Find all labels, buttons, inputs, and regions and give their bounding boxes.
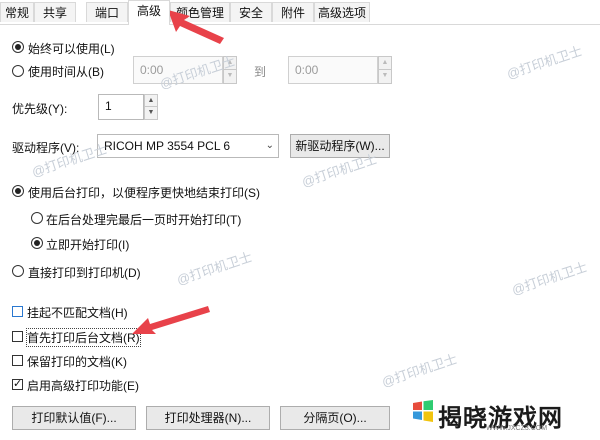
start-immediately-label: 立即开始打印(I) [46,238,130,252]
available-from-label: 使用时间从(B) [28,65,104,79]
watermark: @打印机卫士 [174,249,254,288]
tab-general[interactable]: 常规 [0,2,34,22]
annotation-arrow-icon [132,306,210,334]
start-immediately-radio[interactable] [31,237,43,249]
spool-label: 使用后台打印，以便程序更快地结束打印(S) [28,186,260,200]
chevron-down-icon: ⌄ [265,140,274,151]
print-spooled-first-checkbox[interactable] [12,331,23,342]
watermark: @打印机卫士 [509,259,589,298]
tab-advanced-options[interactable]: 高级选项 [314,2,370,22]
annotation-arrow-icon [168,10,224,44]
windows-logo-icon [413,400,433,422]
driver-select[interactable]: RICOH MP 3554 PCL 6 ⌄ [97,134,279,158]
print-processor-button[interactable]: 打印处理器(N)... [146,406,270,430]
print-direct-label: 直接打印到打印机(D) [28,266,141,280]
tab-attachments[interactable]: 附件 [272,2,314,22]
hold-mismatched-checkbox[interactable] [12,306,23,317]
watermark: @打印机卫士 [379,351,459,390]
keep-printed-checkbox[interactable] [12,355,23,366]
driver-selected-value: RICOH MP 3554 PCL 6 [104,139,231,153]
time-to-label: 到 [254,65,267,79]
priority-spinner[interactable]: ▲ ▼ [144,94,158,120]
time-to-spinner[interactable]: ▲ ▼ [378,56,392,84]
watermark: @打印机卫士 [504,43,584,82]
print-direct-radio[interactable] [12,265,24,277]
tab-security[interactable]: 安全 [230,2,272,22]
print-spooled-first-label: 首先打印后台文档(R) [26,328,141,347]
available-from-radio[interactable] [12,65,24,77]
priority-label: 优先级(Y): [12,102,68,116]
tab-sharing[interactable]: 共享 [34,2,76,22]
brand-url: WWW.JXCZ3.COM [486,425,548,432]
always-available-radio[interactable] [12,41,24,53]
always-available-label: 始终可以使用(L) [28,42,115,56]
start-after-last-page-radio[interactable] [31,212,43,224]
separator-page-button[interactable]: 分隔页(O)... [280,406,390,430]
time-to-field[interactable]: 0:00 [288,56,378,84]
hold-mismatched-label: 挂起不匹配文档(H) [27,306,128,320]
tab-strip: 常规 共享 端口 高级 颜色管理 安全 附件 高级选项 [0,0,600,25]
tab-ports[interactable]: 端口 [86,2,128,22]
priority-field[interactable]: 1 [98,94,144,120]
printing-defaults-button[interactable]: 打印默认值(F)... [12,406,136,430]
enable-advanced-checkbox[interactable] [12,377,23,390]
tab-advanced[interactable]: 高级 [128,0,170,25]
start-after-last-page-label: 在后台处理完最后一页时开始打印(T) [46,213,242,227]
spool-radio[interactable] [12,185,24,197]
enable-advanced-label: 启用高级打印功能(E) [27,379,139,393]
keep-printed-label: 保留打印的文档(K) [27,355,127,369]
